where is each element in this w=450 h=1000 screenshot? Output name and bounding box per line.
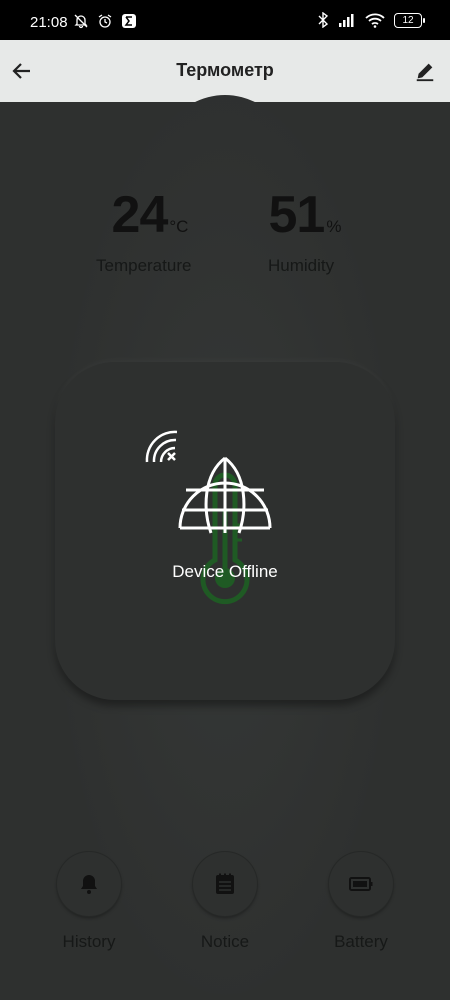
wifi-icon bbox=[365, 13, 385, 28]
device-offline-text: Device Offline bbox=[172, 562, 278, 581]
humidity-readout: 51% bbox=[255, 185, 355, 245]
temperature-value: 24 bbox=[111, 186, 169, 244]
temperature-unit: °C bbox=[169, 217, 189, 236]
humidity-label: Humidity bbox=[268, 256, 335, 275]
bell-icon bbox=[81, 875, 97, 894]
bell-off-icon bbox=[74, 14, 88, 29]
alarm-icon bbox=[98, 14, 112, 28]
temperature-readout: 24 °C bbox=[95, 185, 205, 245]
edit-pencil-icon[interactable] bbox=[414, 60, 436, 82]
bluetooth-icon bbox=[318, 12, 329, 28]
notepad-icon bbox=[216, 873, 234, 894]
globe-offline-icon bbox=[178, 456, 272, 534]
signal-icon bbox=[339, 14, 354, 27]
page-title: Термометр bbox=[176, 60, 274, 80]
battery-icon bbox=[349, 877, 373, 891]
battery-status: 12 bbox=[394, 12, 425, 28]
sigma-app-icon bbox=[122, 14, 136, 28]
temperature-label: Temperature bbox=[96, 256, 192, 275]
humidity-unit: % bbox=[326, 217, 342, 236]
humidity-value: 51 bbox=[268, 186, 326, 244]
battery-button[interactable] bbox=[329, 852, 393, 916]
status-time: 21:08 bbox=[30, 14, 68, 31]
history-label: History bbox=[62, 932, 116, 951]
battery-level: 12 bbox=[402, 14, 414, 26]
status-bar: 21:08 12 bbox=[0, 0, 450, 40]
notice-label: Notice bbox=[200, 932, 250, 951]
status-right-icons: 12 bbox=[317, 12, 425, 28]
status-left-icons bbox=[73, 13, 137, 29]
app-bar: Термометр bbox=[0, 40, 450, 102]
battery-label: Battery bbox=[334, 932, 388, 951]
notice-button[interactable] bbox=[193, 852, 257, 916]
history-button[interactable] bbox=[57, 852, 121, 916]
